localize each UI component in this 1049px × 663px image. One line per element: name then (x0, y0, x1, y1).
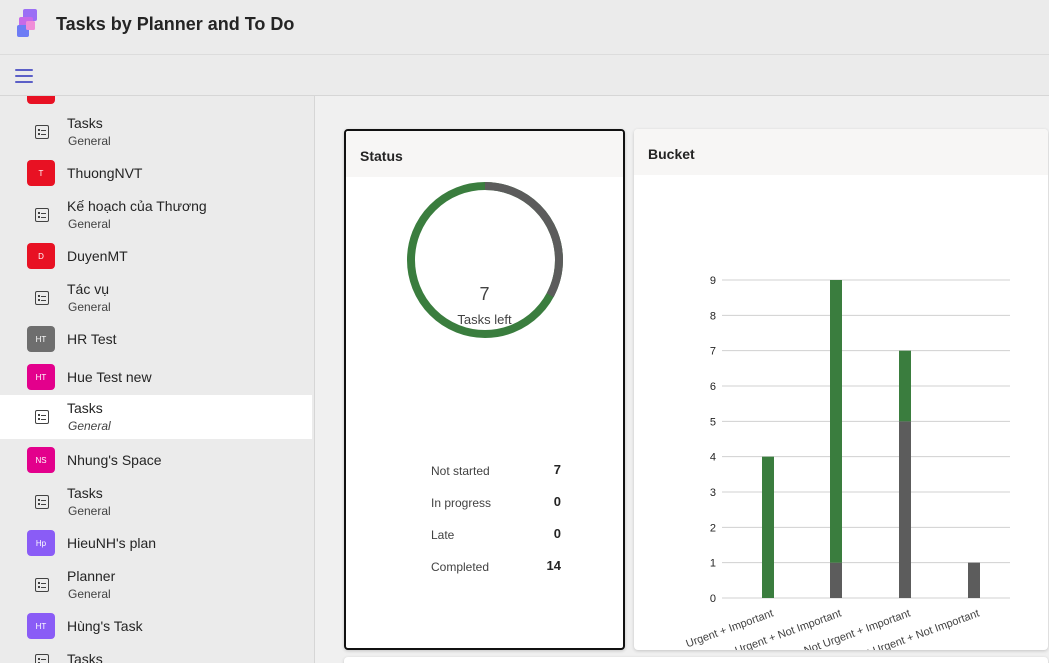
toolbar (0, 55, 1049, 96)
status-row-value: 14 (546, 558, 561, 573)
sidebar-group-item[interactable]: HT Hùng's Task (0, 607, 312, 645)
plan-checklist-icon (35, 654, 49, 663)
main-content: Status 7 Tasks left Not started 7 In progr… (316, 96, 1049, 663)
y-tick-label: 1 (710, 558, 716, 570)
planner-logo-icon (17, 9, 37, 37)
group-avatar: NS (27, 447, 55, 473)
status-row: Completed 14 (431, 558, 561, 576)
y-tick-label: 7 (710, 346, 716, 358)
sidebar-plan-item[interactable]: Tasks (0, 646, 312, 663)
sidebar-item-label: DuyenMT (67, 248, 128, 264)
plan-checklist-icon (35, 125, 49, 139)
bucket-bar-chart: 0123456789Urgent + ImportantUrgent + Not… (684, 275, 1010, 650)
y-tick-label: 9 (710, 275, 716, 287)
group-avatar: HT (27, 364, 55, 390)
y-tick-label: 5 (710, 416, 716, 428)
status-row-label: In progress (431, 496, 492, 510)
app-header: Tasks by Planner and To Do (0, 0, 1049, 55)
sidebar-item-sublabel: General (68, 134, 111, 148)
group-avatar (27, 96, 55, 104)
sidebar-item-label: Tasks (67, 115, 103, 131)
bucket-card-title: Bucket (634, 129, 1048, 175)
app-title: Tasks by Planner and To Do (56, 14, 295, 34)
sidebar-item-label: Nhung's Space (67, 452, 162, 468)
status-row-value: 0 (553, 494, 561, 509)
sidebar-item-label: Tasks (67, 651, 103, 663)
y-tick-label: 0 (710, 593, 716, 605)
sidebar-group-item[interactable]: HT Hue Test new (0, 358, 312, 396)
status-row: Late 0 (431, 526, 561, 544)
tasks-left-count: 7 (479, 284, 490, 304)
y-tick-label: 2 (710, 522, 716, 534)
sidebar-plan-item[interactable]: Kế hoạch của Thương General (0, 193, 312, 237)
plan-checklist-icon (35, 208, 49, 222)
status-card: Status 7 Tasks left Not started 7 In progr… (344, 129, 625, 650)
status-row: In progress 0 (431, 494, 561, 512)
y-tick-label: 4 (710, 452, 716, 464)
y-tick-label: 8 (710, 310, 716, 322)
bar-segment (830, 280, 842, 563)
y-tick-label: 3 (710, 487, 716, 499)
group-avatar: D (27, 243, 55, 269)
sidebar-item-sublabel: General (68, 217, 111, 231)
next-card (344, 657, 1048, 663)
sidebar-plan-item[interactable]: Tasks General (0, 110, 312, 154)
sidebar-group-item[interactable]: T ThuongNVT (0, 154, 312, 192)
sidebar-item-sublabel: General (68, 504, 111, 518)
group-avatar: Hp (27, 530, 55, 556)
sidebar-item-label: Tasks (67, 400, 103, 416)
sidebar-item-label: ThuongNVT (67, 165, 143, 181)
sidebar-item-sublabel: General (68, 300, 111, 314)
sidebar-plan-item[interactable]: Tasks General (0, 395, 312, 439)
sidebar-group-item[interactable] (0, 96, 312, 104)
status-card-title: Status (346, 131, 623, 177)
bar-segment (830, 562, 842, 598)
plan-checklist-icon (35, 495, 49, 509)
status-row-value: 0 (553, 526, 561, 541)
sidebar-plan-item[interactable]: Planner General (0, 563, 312, 607)
plan-checklist-icon (35, 291, 49, 305)
sidebar: Tasks General T ThuongNVT Kế hoạch của Thươn… (0, 96, 315, 663)
group-avatar: HT (27, 613, 55, 639)
bar-segment (762, 456, 774, 598)
group-avatar: T (27, 160, 55, 186)
sidebar-item-label: Planner (67, 568, 116, 584)
bar-segment (899, 350, 911, 422)
sidebar-item-label: Hue Test new (67, 369, 152, 385)
hamburger-menu-icon[interactable] (15, 69, 33, 83)
bar-segment (899, 421, 911, 598)
status-row-label: Completed (431, 560, 490, 574)
sidebar-item-label: Kế hoạch của Thương (67, 198, 207, 214)
y-tick-label: 6 (710, 381, 716, 393)
sidebar-item-sublabel: General (68, 419, 111, 433)
sidebar-item-label: HR Test (67, 331, 117, 347)
sidebar-plan-item[interactable]: Tasks General (0, 480, 312, 524)
bucket-card: Bucket 0 1 2 3 4 5 6 7 8 9 Urgent + Important Urgen… (634, 129, 1048, 650)
status-row-label: Not started (431, 464, 490, 478)
group-avatar: HT (27, 326, 55, 352)
bar-segment (968, 562, 980, 598)
status-row-value: 7 (553, 462, 561, 477)
sidebar-group-item[interactable]: NS Nhung's Space (0, 441, 312, 479)
sidebar-plan-item[interactable]: Tác vụ General (0, 276, 312, 320)
sidebar-group-item[interactable]: HT HR Test (0, 320, 312, 358)
sidebar-group-item[interactable]: D DuyenMT (0, 237, 312, 275)
sidebar-group-item[interactable]: Hp HieuNH's plan (0, 524, 312, 562)
plan-checklist-icon (35, 578, 49, 592)
sidebar-item-sublabel: General (68, 587, 111, 601)
sidebar-item-label: Tasks (67, 485, 103, 501)
tasks-left-label: Tasks left (457, 312, 512, 327)
status-row: Not started 7 (431, 462, 561, 480)
sidebar-item-label: Hùng's Task (67, 618, 143, 634)
sidebar-item-label: Tác vụ (67, 281, 110, 297)
sidebar-item-label: HieuNH's plan (67, 535, 157, 551)
status-row-label: Late (431, 528, 455, 542)
plan-checklist-icon (35, 410, 49, 424)
